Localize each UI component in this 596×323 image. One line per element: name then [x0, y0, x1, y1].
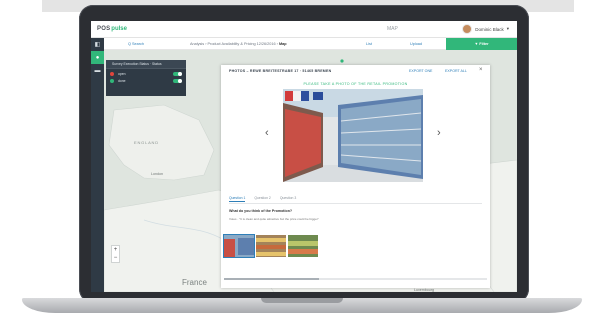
legend-title: Survey Execution Status · Status	[106, 60, 186, 69]
photo-flag	[301, 91, 309, 101]
thumbnail-image	[256, 235, 286, 257]
right-shelf-goods	[341, 99, 421, 175]
photo-flag	[293, 91, 301, 101]
map-region-label: ENGLAND	[134, 140, 159, 145]
user-menu[interactable]: Dominic Black ▾	[462, 24, 509, 34]
list-button[interactable]: List	[366, 42, 372, 46]
photo-flag	[313, 92, 323, 100]
chat-icon[interactable]: ▬	[91, 64, 104, 77]
legend-panel: Survey Execution Status · Status open do…	[106, 60, 186, 96]
prev-photo-button[interactable]: ‹	[265, 127, 269, 139]
zoom-control: + −	[111, 245, 120, 263]
map-view-label[interactable]: MAP	[387, 26, 398, 32]
filter-button[interactable]: ▼ Filter	[446, 38, 517, 50]
photo-thumbnail[interactable]	[223, 234, 255, 258]
photo-modal: PHOTOS – REWE BREITESTRABE 17 · 51465 BR…	[221, 65, 490, 288]
tabs-divider	[229, 203, 482, 204]
icon-sidebar: ◧ ● ▬	[91, 38, 104, 292]
next-photo-button[interactable]: ›	[437, 127, 441, 139]
laptop-notch	[261, 298, 343, 303]
legend-toggle-open[interactable]	[173, 72, 182, 76]
map-country-label: France	[182, 278, 207, 287]
thumbnail-strip	[223, 234, 318, 258]
thumb-shelf	[256, 245, 286, 249]
legend-row: open	[106, 69, 186, 76]
export-all-button[interactable]: EXPORT ALL	[445, 69, 467, 73]
photo-thumbnail[interactable]	[256, 235, 286, 257]
tab-question-2[interactable]: Question 2	[254, 196, 270, 202]
question-text: What do you think of the Promotion?	[229, 209, 293, 213]
zoom-in-button[interactable]: +	[114, 247, 118, 253]
user-name: Dominic Black	[475, 26, 504, 32]
tab-question-1[interactable]: Question 1	[229, 196, 246, 202]
map-pin-icon[interactable]: ●	[91, 51, 104, 64]
thumb-shelf	[288, 241, 318, 246]
thumb-shelf	[238, 238, 254, 255]
close-icon[interactable]: ×	[479, 67, 483, 73]
scrollbar-thumb[interactable]	[224, 278, 319, 280]
logo-accent: pulse	[111, 26, 127, 32]
legend-label-done: done	[118, 79, 126, 83]
status-dot-done	[110, 79, 114, 83]
question-tabs: Question 1 Question 2 Question 3	[229, 196, 296, 202]
filter-label: Filter	[479, 42, 489, 46]
photo-flag	[285, 91, 293, 101]
map-city-label: London	[151, 172, 163, 176]
breadcrumb: Analysis › Product Availability & Pricin…	[190, 42, 287, 46]
legend-toggle-done[interactable]	[173, 79, 182, 83]
answer-text: Votes · "It is clean and quite attractiv…	[229, 217, 319, 221]
search-button[interactable]: Q Search	[128, 42, 144, 46]
legend-row: done	[106, 76, 186, 83]
avatar[interactable]	[462, 24, 473, 34]
legend-label-open: open	[118, 72, 126, 76]
status-dot-open	[110, 72, 114, 76]
app-logo[interactable]: POS pulse	[97, 26, 127, 32]
location-marker	[340, 59, 344, 63]
thumb-shelf	[224, 239, 235, 257]
layers-icon[interactable]: ◧	[91, 38, 104, 51]
thumb-shelf	[256, 238, 286, 242]
logo-text: POS	[97, 26, 111, 32]
thumbnail-image	[224, 235, 254, 257]
breadcrumb-page[interactable]: Product Availability & Pricing 12/26/201…	[208, 42, 276, 46]
supermarket-photo	[283, 89, 423, 182]
tab-question-3[interactable]: Question 3	[280, 196, 296, 202]
aisle-end	[323, 117, 338, 165]
photo-prompt: PLEASE TAKE A PHOTO OF THE RETAIL PROMOT…	[303, 82, 408, 86]
thumbnail-image	[288, 235, 318, 257]
modal-title: PHOTOS – REWE BREITESTRABE 17 · 51465 BR…	[229, 69, 332, 73]
thumb-shelf	[256, 252, 286, 256]
app-header: POS pulse MAP Dominic Black ▾	[91, 21, 517, 38]
toolbar: Q Search Analysis › Product Availability…	[104, 38, 517, 50]
chevron-down-icon[interactable]: ▾	[507, 26, 509, 32]
photo-thumbnail[interactable]	[288, 235, 318, 257]
breadcrumb-root[interactable]: Analysis	[190, 42, 204, 46]
export-button[interactable]: EXPORT ONE	[409, 69, 432, 73]
app-screen: POS pulse MAP Dominic Black ▾ ◧ ● ▬ Q Se…	[91, 21, 517, 292]
photo-viewer[interactable]	[283, 89, 423, 182]
upload-button[interactable]: Upload	[410, 42, 422, 46]
thumb-shelf	[288, 249, 318, 254]
zoom-out-button[interactable]: −	[114, 255, 118, 261]
map-country2-label: Luxembourg	[414, 288, 434, 292]
breadcrumb-view: Map	[279, 42, 287, 46]
